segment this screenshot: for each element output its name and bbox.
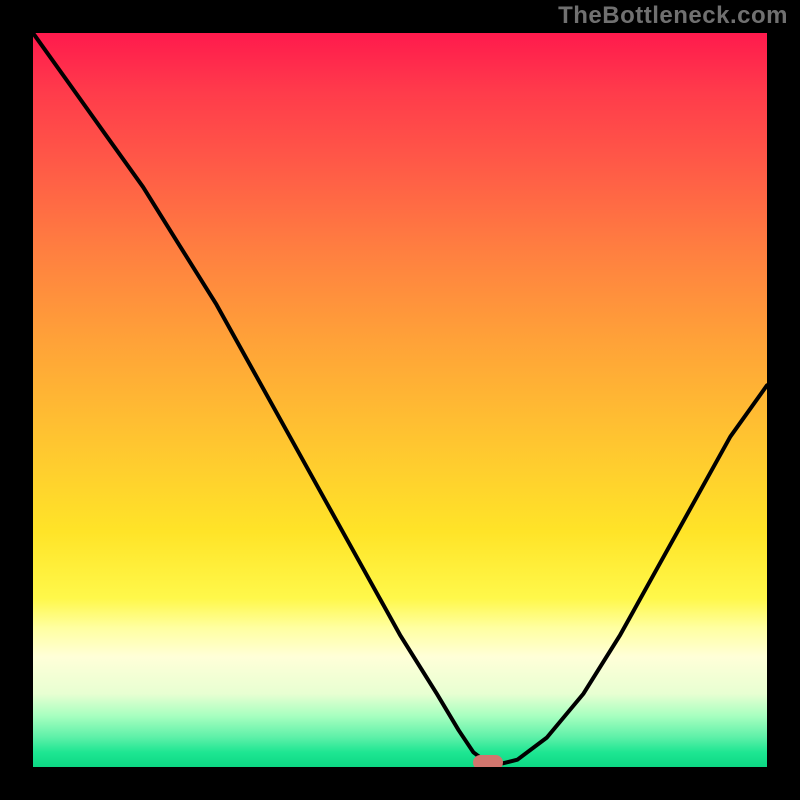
chart-frame: TheBottleneck.com (0, 0, 800, 800)
bottleneck-curve-svg (33, 33, 767, 767)
watermark-text: TheBottleneck.com (558, 2, 788, 30)
bottleneck-curve (33, 33, 767, 763)
optimal-point-marker (473, 755, 503, 767)
plot-area (33, 33, 767, 767)
